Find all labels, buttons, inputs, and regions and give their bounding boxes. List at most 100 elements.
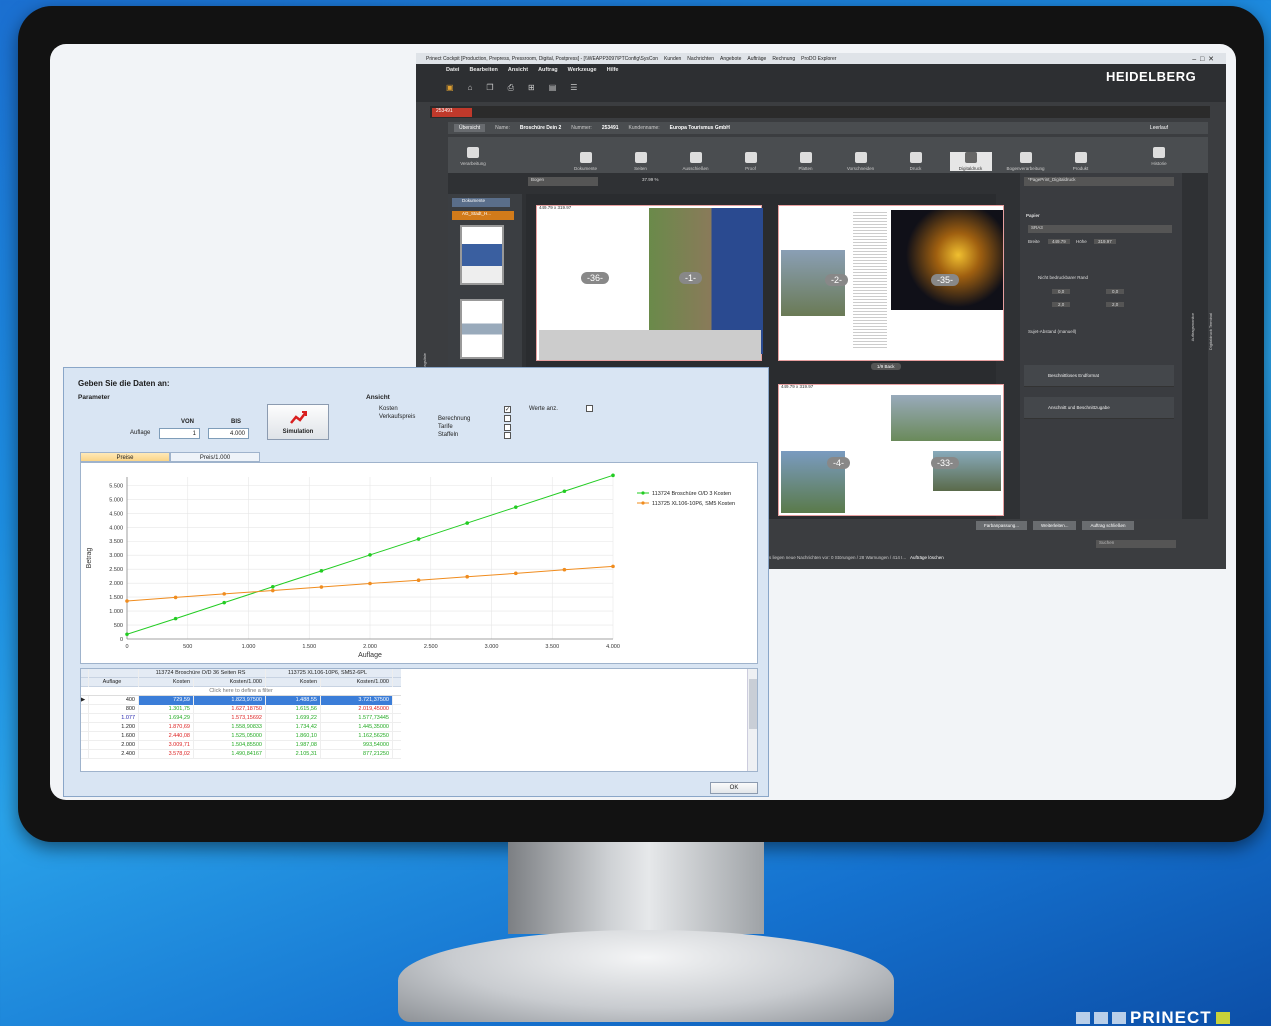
table-cell[interactable]: 1.445,35000 (321, 722, 393, 732)
werte-anz-checkbox[interactable] (586, 405, 593, 412)
table-row[interactable]: 2.400 3.578,02 1.490,84167 2.105,31 877,2125… (81, 749, 401, 759)
table-cell[interactable]: 3.578,02 (139, 749, 194, 759)
zoom-value[interactable]: 37.99 % (642, 177, 659, 182)
document-thumbnail[interactable] (460, 225, 504, 285)
tab-preis-1000[interactable]: Preis/1.000 (170, 452, 260, 462)
table-cell[interactable]: 1.699,22 (266, 713, 321, 723)
table-cell[interactable]: 877,21250 (321, 749, 393, 759)
staffeln-checkbox[interactable] (504, 432, 511, 439)
step-proof[interactable]: Proof (730, 152, 772, 171)
menu-datei[interactable]: Datei (446, 67, 459, 73)
table-cell[interactable]: 1.870,69 (139, 722, 194, 732)
table-cell[interactable]: 3.721,37500 (321, 695, 393, 705)
side-tab-auftragsmonitor[interactable]: Auftragsmonitor (1190, 313, 1195, 341)
side-tab-digitaldruck[interactable]: Digitaldruck Terminal (1208, 313, 1213, 350)
step-druck[interactable]: Druck (895, 152, 937, 171)
table-cell[interactable]: 400 (89, 695, 139, 705)
overview-button[interactable]: Übersicht (454, 124, 486, 132)
title-item-auftraege[interactable]: Aufträge (747, 56, 766, 62)
leerlauf-button[interactable]: Leerlauf (1150, 125, 1208, 131)
table-cell[interactable]: 729,59 (139, 695, 194, 705)
list-icon[interactable]: ☰ (570, 83, 577, 93)
margin-input[interactable]: 2,0 (1106, 302, 1125, 307)
title-item-prodo[interactable]: ProDO Explorer (801, 56, 836, 62)
col-auflage[interactable]: Auflage (89, 677, 139, 687)
table-cell[interactable]: 1.615,56 (266, 704, 321, 714)
table-cell[interactable]: 2.000 (89, 740, 139, 750)
table-cell[interactable]: 1.558,90833 (194, 722, 266, 732)
simulation-button[interactable]: Simulation (267, 404, 329, 440)
title-item-kunden[interactable]: Kunden (664, 56, 681, 62)
step-seiten[interactable]: Seiten (620, 152, 662, 171)
table-cell[interactable]: 3.009,71 (139, 740, 194, 750)
table-cell[interactable]: 1.694,29 (139, 713, 194, 723)
verkaufspreis-checkbox[interactable] (504, 415, 511, 422)
table-cell[interactable]: 1.577,73445 (321, 713, 393, 723)
table-cell[interactable]: 1.077 (89, 713, 139, 723)
table-cell[interactable]: 1.860,10 (266, 731, 321, 741)
copy-icon[interactable]: ❐ (486, 83, 493, 93)
view-mode-select[interactable]: Bogen (528, 177, 598, 186)
table-cell[interactable]: 993,54000 (321, 740, 393, 750)
auftraege-loeschen-button[interactable]: Aufträge löschen (910, 555, 944, 560)
step-historie[interactable]: Historie (1138, 147, 1180, 166)
weiterleiten-button[interactable]: Weiterleiten... (1033, 521, 1077, 530)
table-cell[interactable]: 1.490,84167 (194, 749, 266, 759)
table-cell[interactable]: 1.162,56250 (321, 731, 393, 741)
kosten-checkbox[interactable]: ✓ (504, 406, 511, 413)
margin-input[interactable]: 2,0 (1052, 302, 1071, 307)
menu-auftrag[interactable]: Auftrag (538, 67, 558, 73)
title-item-nachrichten[interactable]: Nachrichten (687, 56, 714, 62)
sheet-spread[interactable]: -2- -35- (778, 205, 1004, 361)
table-cell[interactable]: 1.600 (89, 731, 139, 741)
ok-button[interactable]: OK (710, 782, 758, 794)
papier-select[interactable]: SRA3 (1028, 225, 1172, 233)
table-cell[interactable]: 1.301,75 (139, 704, 194, 714)
hoehe-input[interactable]: 319.97 (1094, 239, 1116, 244)
von-input[interactable]: 1 (159, 428, 200, 439)
beschnitt-section[interactable]: Beschnittloses Endformat (1024, 365, 1174, 387)
table-cell[interactable]: 1.987,08 (266, 740, 321, 750)
table-cell[interactable]: 1.573,15692 (194, 713, 266, 723)
anschnitt-section[interactable]: Anschnitt und Beschnittzugabe (1024, 397, 1174, 419)
table-cell[interactable]: 1.525,05000 (194, 731, 266, 741)
table-cell[interactable]: 2.019,45000 (321, 704, 393, 714)
scrollbar-thumb[interactable] (749, 679, 757, 729)
step-produkt[interactable]: Produkt (1060, 152, 1102, 171)
doc-icon[interactable]: ▤ (549, 83, 557, 93)
table-cell[interactable]: 1.200 (89, 722, 139, 732)
window-controls[interactable]: – □ ✕ (1192, 55, 1226, 63)
step-bogenverarbeitung[interactable]: Bogenverarbeitung (1005, 152, 1047, 171)
title-item-rechnung[interactable]: Rechnung (772, 56, 795, 62)
tab-preise[interactable]: Preise (80, 452, 170, 462)
auftrag-schliessen-button[interactable]: Auftrag schließen (1082, 521, 1134, 530)
new-job-icon[interactable]: ▣ (446, 83, 454, 93)
step-verarbeitung[interactable]: Verarbeitung (452, 147, 494, 166)
table-cell[interactable]: 1.488,55 (266, 695, 321, 705)
job-tab[interactable]: 253491 (432, 108, 472, 117)
col-kosten1000-1[interactable]: Kosten/1.000 (194, 677, 266, 687)
building-icon[interactable]: ⌂ (468, 83, 473, 93)
col-kosten-2[interactable]: Kosten (266, 677, 321, 687)
table-cell[interactable]: 1.504,85500 (194, 740, 266, 750)
table-cell[interactable]: 2.440,08 (139, 731, 194, 741)
step-digitaldruck[interactable]: Digitaldruck (949, 152, 992, 171)
breite-input[interactable]: 449.79 (1048, 239, 1070, 244)
device-select[interactable]: *PagePrint_Digitaldruck (1024, 177, 1174, 186)
title-item-angebote[interactable]: Angebote (720, 56, 741, 62)
bis-input[interactable]: 4.000 (208, 428, 249, 439)
print-icon[interactable]: ⎙ (508, 83, 514, 93)
menu-bearbeiten[interactable]: Bearbeiten (469, 67, 497, 73)
documents-dropdown[interactable]: Dokumente (452, 198, 510, 207)
step-vorschneiden[interactable]: Vorschneiden (840, 152, 882, 171)
search-input[interactable]: Suchen (1096, 540, 1176, 548)
table-cell[interactable]: 1.734,42 (266, 722, 321, 732)
grid-scrollbar[interactable] (747, 669, 757, 771)
step-dokumente[interactable]: Dokumente (565, 152, 607, 171)
step-ausschiessen[interactable]: Ausschießen (675, 152, 717, 171)
col-kosten-1[interactable]: Kosten (139, 677, 194, 687)
table-cell[interactable]: 1.627,18750 (194, 704, 266, 714)
margin-input[interactable]: 0,0 (1052, 289, 1071, 294)
table-cell[interactable]: 2.105,31 (266, 749, 321, 759)
table-cell[interactable]: 800 (89, 704, 139, 714)
